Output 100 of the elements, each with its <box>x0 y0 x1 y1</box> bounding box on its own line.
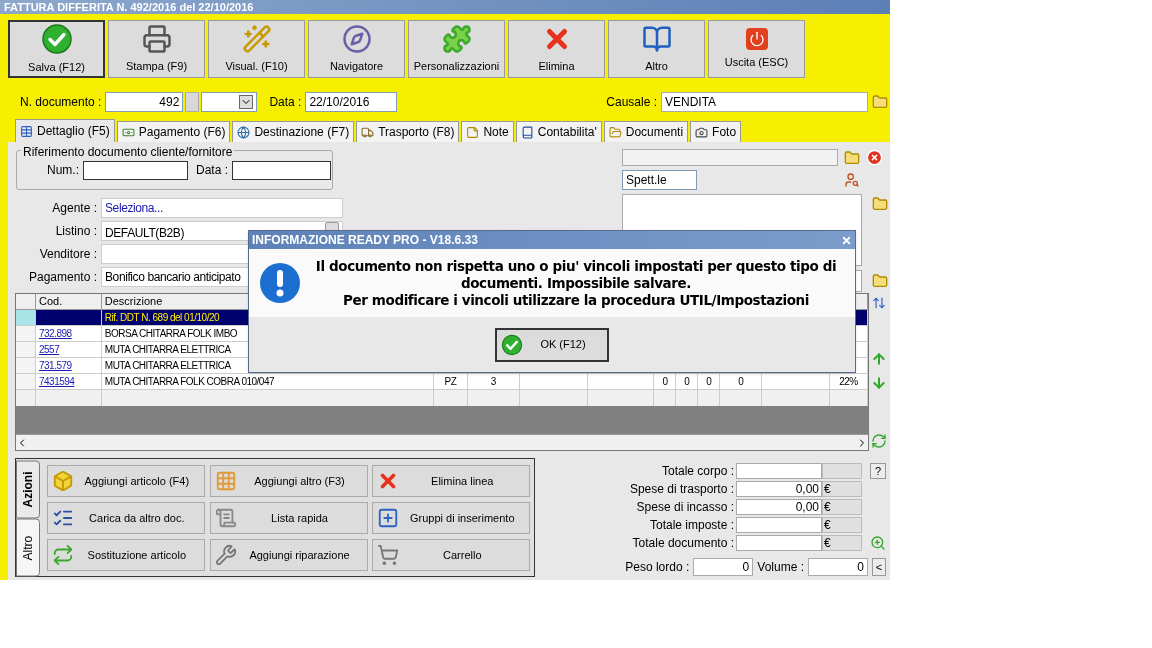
action-button[interactable]: Sostituzione articolo <box>46 539 205 571</box>
causale-field[interactable]: VENDITA <box>661 92 868 112</box>
measure-field[interactable]: 0 <box>693 558 754 576</box>
code-link[interactable]: 7431594 <box>38 374 75 389</box>
tab[interactable]: Dettaglio (F5) <box>15 119 115 142</box>
currency-field: € <box>822 535 862 551</box>
toolbar-button[interactable]: Altro <box>608 20 705 78</box>
code-link[interactable]: 731.579 <box>38 358 72 373</box>
toolbar-button[interactable]: Visual. (F10) <box>208 20 305 78</box>
book-icon <box>520 125 534 139</box>
text-field[interactable]: Seleziona... <box>101 197 343 218</box>
tab[interactable]: Trasporto (F8) <box>356 121 460 142</box>
field-label: Data : <box>269 94 302 111</box>
square-plus-icon <box>377 507 400 529</box>
table-row[interactable]: 7431594 MUTA CHITARRA FOLK COBRA 010/047 PZ 3 0 0 0 0 22% <box>16 374 868 390</box>
action-button[interactable]: Aggiungi riparazione <box>209 539 368 571</box>
field-label: Agente : <box>51 199 98 217</box>
user-search-icon[interactable] <box>844 172 860 188</box>
action-button[interactable]: Carica da altro doc. <box>46 502 205 534</box>
compass-icon <box>341 23 372 54</box>
check-icon <box>501 333 523 356</box>
camera-icon <box>695 125 709 139</box>
toolbar-button[interactable]: Stampa (F9) <box>108 20 205 78</box>
total-label: Totale corpo : <box>660 463 735 480</box>
field-label: Data : <box>196 162 229 179</box>
tab[interactable]: Destinazione (F7) <box>232 121 355 142</box>
series-dropdown[interactable] <box>201 92 258 112</box>
note-icon <box>466 125 480 139</box>
customer-field[interactable] <box>622 149 838 166</box>
title-field[interactable]: Spett.le <box>622 170 697 190</box>
close-icon[interactable] <box>841 234 852 246</box>
code-link[interactable]: 2557 <box>38 342 60 357</box>
grid-icon <box>214 470 237 492</box>
measure-field[interactable]: 0 <box>808 558 868 576</box>
vertical-tab[interactable]: Azioni <box>16 461 40 519</box>
table-cell-text: 0 <box>662 375 668 389</box>
arrow-up-icon[interactable] <box>871 351 887 367</box>
reference-date-field[interactable] <box>232 160 332 180</box>
total-label: Totale documento : <box>631 535 735 552</box>
currency-field: € <box>822 517 862 533</box>
horizontal-scrollbar[interactable] <box>16 434 868 450</box>
toolbar-button[interactable]: Navigatore <box>308 20 405 78</box>
table-cell-text: 22% <box>839 375 858 389</box>
table-cell-text: BORSA CHITARRA FOLK IMBO <box>104 327 238 341</box>
window-title: FATTURA DIFFERITA N. 492/2016 del 22/10/2016 <box>4 1 254 13</box>
action-button[interactable]: Lista rapida <box>209 502 368 534</box>
date-field[interactable]: 22/10/2016 <box>305 92 398 112</box>
column-header[interactable]: Descrizione <box>104 293 163 310</box>
spin-button[interactable] <box>185 92 200 112</box>
table-cell-text: 0 <box>684 375 690 389</box>
vertical-tab[interactable]: Altro <box>16 518 40 576</box>
folder-icon[interactable] <box>872 196 888 212</box>
tab[interactable]: Foto <box>690 121 742 142</box>
move-row-icon[interactable] <box>872 295 886 311</box>
table-cell-text: MUTA CHITARRA FOLK COBRA 010/047 <box>104 375 275 389</box>
action-button[interactable]: Aggiungi altro (F3) <box>209 465 368 497</box>
field-label: Venditore : <box>38 245 98 263</box>
check-icon <box>40 22 73 55</box>
tab[interactable]: Note <box>461 121 514 142</box>
action-button[interactable]: Gruppi di inserimento <box>372 502 531 534</box>
toolbar-button[interactable]: Salva (F12) <box>8 20 105 78</box>
folder-icon[interactable] <box>844 149 860 166</box>
arrow-down-icon[interactable] <box>871 375 887 391</box>
tab[interactable]: Pagamento (F6) <box>116 121 231 142</box>
tab[interactable]: Contabilita' <box>515 121 602 142</box>
refresh-icon[interactable] <box>871 433 887 449</box>
table-cell-text: 0 <box>738 375 744 389</box>
folder-icon[interactable] <box>872 94 888 110</box>
table-cell-text: Rif. DDT N. 689 del 01/10/20 <box>104 311 220 325</box>
column-header[interactable]: Cod. <box>38 293 63 310</box>
wrench-icon <box>214 544 237 566</box>
field-label: Pagamento : <box>27 268 98 286</box>
close-icon[interactable] <box>866 149 883 166</box>
action-button[interactable]: Aggiungi articolo (F4) <box>46 465 205 497</box>
toolbar-button[interactable]: Personalizzazioni <box>408 20 505 78</box>
toolbar-button[interactable]: Elimina <box>508 20 605 78</box>
zoom-icon[interactable] <box>870 535 886 551</box>
measure-label: Peso lordo : <box>625 559 690 576</box>
exclamation-icon <box>259 262 301 304</box>
help-button[interactable]: ? <box>870 463 886 479</box>
currency-field: € <box>822 499 862 515</box>
table-cell-text: MUTA CHITARRA ELETTRICA <box>104 359 231 373</box>
toolbar-button[interactable]: Uscita (ESC) <box>708 20 805 78</box>
printer-icon <box>141 23 172 54</box>
box-icon <box>51 470 74 492</box>
total-field: 0,00 <box>736 481 822 497</box>
table-cell-text: 3 <box>490 375 496 389</box>
currency-field <box>822 463 862 479</box>
document-number-field[interactable]: 492 <box>105 92 184 112</box>
folder-icon[interactable] <box>872 273 888 289</box>
tab[interactable]: Documenti <box>603 121 689 142</box>
action-button[interactable]: Elimina linea <box>372 465 531 497</box>
total-field: 0,00 <box>736 499 822 515</box>
cart-icon <box>377 544 400 566</box>
code-link[interactable]: 732.898 <box>38 326 72 341</box>
collapse-button[interactable]: < <box>872 558 886 576</box>
ok-button[interactable]: OK (F12) <box>495 327 609 362</box>
swap-icon <box>51 544 74 566</box>
action-button[interactable]: Carrello <box>372 539 531 571</box>
table-cell-text: PZ <box>444 375 457 389</box>
